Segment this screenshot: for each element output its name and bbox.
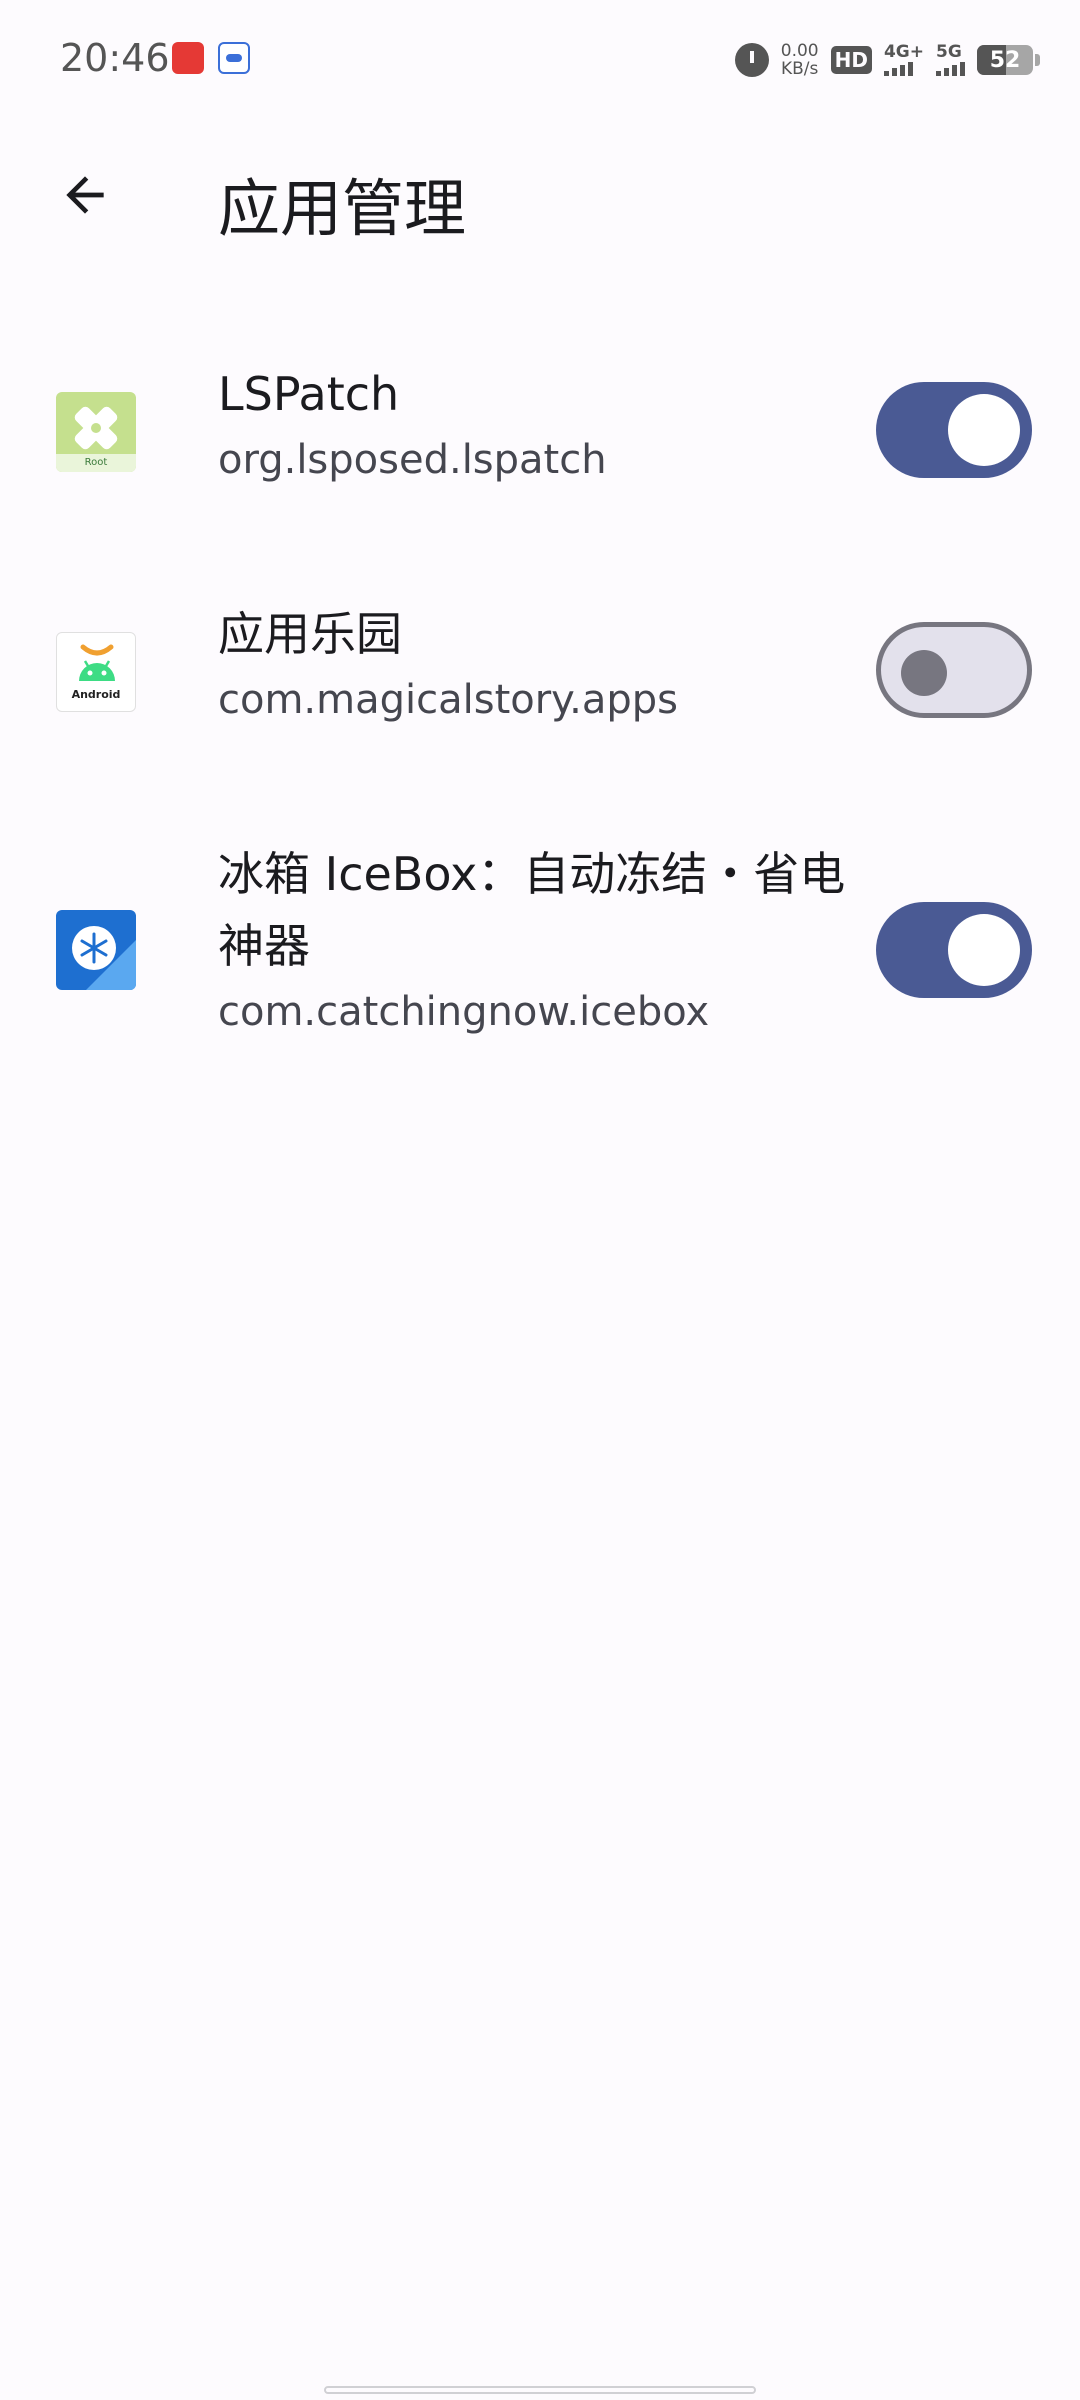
battery-icon: 52 — [977, 45, 1033, 75]
icebox-icon — [56, 910, 136, 990]
signal-sim1-icon: 4G+ — [883, 42, 924, 76]
screen: 20:46 0.00 KB/s HD 4G+ 5G 52 应用管理 Root L… — [0, 0, 1080, 2400]
switch-thumb — [948, 914, 1020, 986]
battery-tip — [1035, 54, 1040, 66]
app-toggle-lspatch[interactable] — [876, 382, 1032, 478]
sim2-network-type: 5G — [936, 42, 962, 62]
app-name: 冰箱 IceBox：自动冻结・省电神器 — [218, 847, 846, 973]
app-toggle-icebox[interactable] — [876, 902, 1032, 998]
app-package: com.magicalstory.apps — [218, 677, 678, 723]
app-text: 冰箱 IceBox：自动冻结・省电神器 com.catchingnow.iceb… — [218, 838, 858, 1042]
network-speed-unit: KB/s — [780, 59, 819, 79]
app-toggle-apps[interactable] — [876, 622, 1032, 718]
app-text: LSPatch org.lsposed.lspatch — [218, 358, 858, 490]
notification-app-icon — [172, 42, 204, 74]
status-icons: 0.00 KB/s HD 4G+ 5G 52 — [734, 38, 1040, 82]
status-time: 20:46 — [60, 36, 170, 80]
android-icon: Android — [56, 632, 136, 712]
app-package: com.catchingnow.icebox — [218, 989, 710, 1035]
hd-voice-icon: HD — [830, 46, 872, 74]
switch-thumb — [901, 650, 947, 696]
lspatch-icon: Root — [56, 392, 136, 472]
app-row-lspatch[interactable]: Root LSPatch org.lsposed.lspatch — [0, 330, 1080, 530]
switch-thumb — [948, 394, 1020, 466]
app-name: LSPatch — [218, 367, 400, 421]
notification-cloud-icon — [218, 42, 250, 74]
network-speed-value: 0.00 — [780, 41, 819, 61]
back-button[interactable] — [40, 150, 130, 240]
alarm-icon — [734, 43, 769, 77]
signal-sim2-icon: 5G — [936, 44, 965, 76]
app-package: org.lsposed.lspatch — [218, 437, 607, 483]
arrow-left-icon — [66, 176, 104, 214]
app-row-icebox[interactable]: 冰箱 IceBox：自动冻结・省电神器 com.catchingnow.iceb… — [0, 810, 1080, 1100]
status-bar: 20:46 0.00 KB/s HD 4G+ 5G 52 — [0, 0, 1080, 120]
battery-level: 52 — [989, 47, 1021, 73]
app-name: 应用乐园 — [218, 607, 402, 661]
sim1-network-type: 4G+ — [883, 42, 924, 62]
app-text: 应用乐园 com.magicalstory.apps — [218, 598, 858, 730]
app-bar: 应用管理 — [0, 120, 1080, 270]
app-row-apps[interactable]: Android 应用乐园 com.magicalstory.apps — [0, 570, 1080, 770]
android-icon-label: Android — [71, 688, 121, 701]
network-speed: 0.00 KB/s — [781, 42, 819, 78]
page-title: 应用管理 — [218, 172, 467, 245]
gesture-navigation-handle[interactable] — [324, 2386, 756, 2394]
